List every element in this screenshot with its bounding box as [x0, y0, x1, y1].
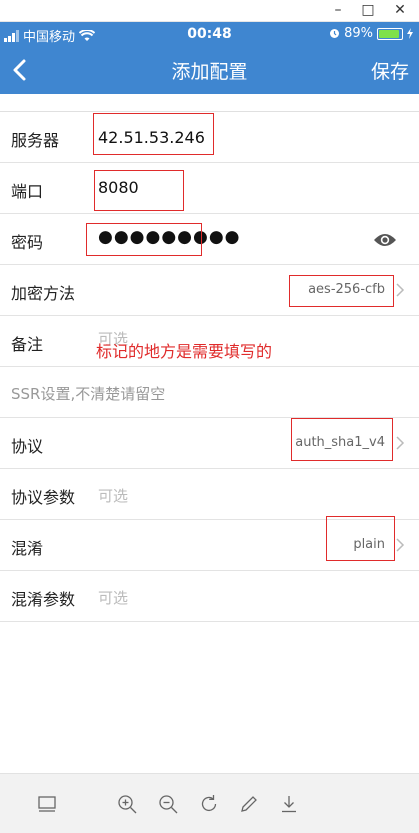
- obfs-param-input[interactable]: 可选: [98, 587, 128, 608]
- ssr-section-header: SSR设置,不清楚请留空: [0, 367, 419, 418]
- annotation-box-port: [94, 170, 184, 211]
- protocol-param-input[interactable]: 可选: [98, 485, 128, 506]
- annotation-box-server: [93, 113, 214, 155]
- battery-icon: [377, 27, 403, 40]
- obfs-param-row[interactable]: 混淆参数 可选: [0, 571, 419, 622]
- protocol-param-row[interactable]: 协议参数 可选: [0, 469, 419, 520]
- window-titlebar: – □ ✕: [0, 0, 419, 22]
- chevron-right-icon: [396, 283, 405, 297]
- panel-icon[interactable]: [36, 793, 58, 815]
- obfs-label: 混淆: [11, 539, 44, 558]
- port-label: 端口: [11, 182, 44, 201]
- zoom-in-icon[interactable]: [116, 793, 138, 815]
- battery-percent: 89%: [344, 26, 373, 41]
- chevron-right-icon: [396, 538, 405, 552]
- password-row[interactable]: 密码 ●●●●●●●●●: [0, 214, 419, 265]
- download-icon[interactable]: [278, 793, 300, 815]
- bottom-toolbar: [0, 773, 419, 833]
- alarm-icon: [330, 29, 340, 38]
- server-label: 服务器: [11, 131, 60, 150]
- obfs-param-label: 混淆参数: [11, 590, 76, 609]
- charging-icon: [407, 28, 413, 39]
- top-spacer: [0, 94, 419, 112]
- maximize-button[interactable]: □: [352, 0, 384, 22]
- remark-label: 备注: [11, 335, 44, 354]
- encryption-label: 加密方法: [11, 284, 76, 303]
- annotation-box-encryption: [289, 275, 394, 307]
- close-button[interactable]: ✕: [384, 0, 416, 22]
- protocol-param-label: 协议参数: [11, 488, 76, 507]
- minimize-button[interactable]: –: [322, 0, 354, 22]
- eye-icon[interactable]: [373, 232, 397, 248]
- save-button[interactable]: 保存: [371, 57, 409, 84]
- zoom-out-icon[interactable]: [157, 793, 179, 815]
- nav-bar: 添加配置 保存: [0, 47, 419, 94]
- annotation-box-password: [86, 223, 202, 256]
- chevron-right-icon: [396, 436, 405, 450]
- annotation-box-protocol: [291, 418, 393, 461]
- annotation-note: 标记的地方是需要填写的: [96, 342, 273, 361]
- protocol-label: 协议: [11, 437, 44, 456]
- status-bar: 中国移动 00:48 89%: [0, 22, 419, 47]
- pen-icon[interactable]: [238, 793, 260, 815]
- port-row[interactable]: 端口 8080: [0, 163, 419, 214]
- rotate-icon[interactable]: [198, 793, 220, 815]
- password-label: 密码: [11, 233, 44, 252]
- ssr-section-text: SSR设置,不清楚请留空: [11, 385, 166, 403]
- annotation-box-obfs: [326, 516, 395, 561]
- page-title: 添加配置: [171, 61, 248, 83]
